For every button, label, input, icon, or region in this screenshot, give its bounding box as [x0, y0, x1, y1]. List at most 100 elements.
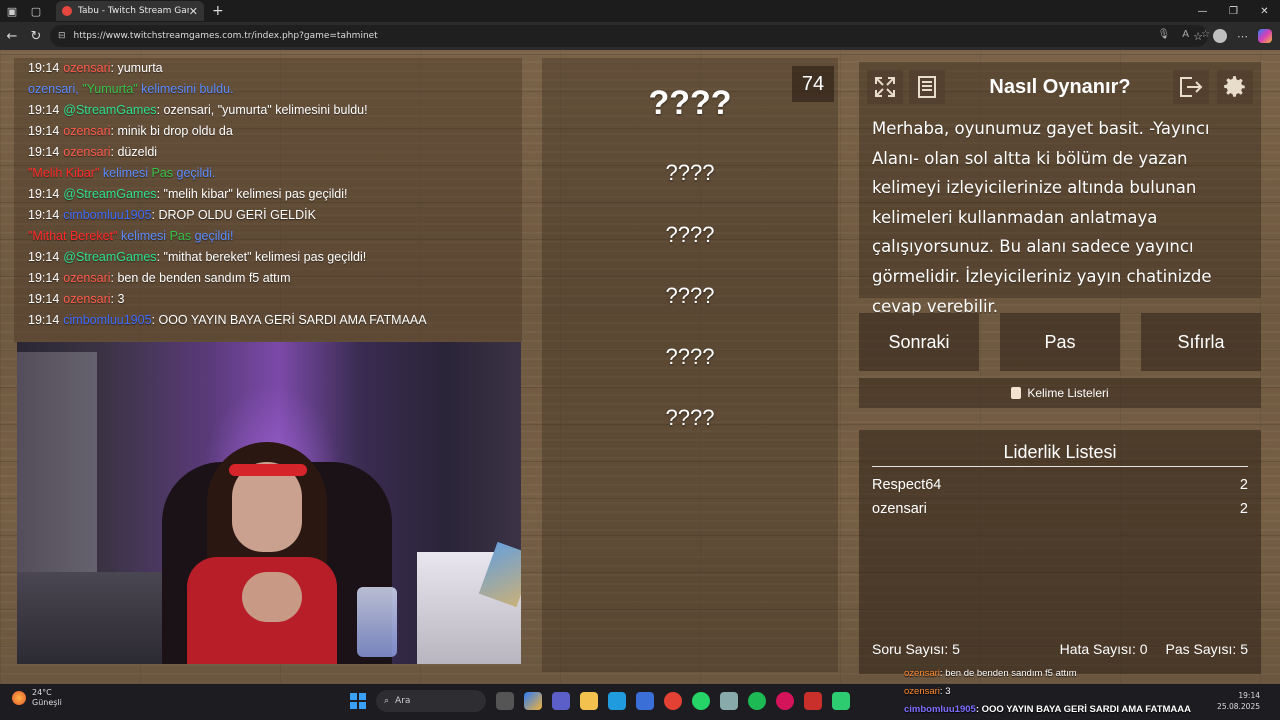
leaderboard-row: ozensari 2 [872, 501, 1248, 517]
spotify-icon[interactable] [748, 692, 766, 710]
error-count: Hata Sayısı: 0 [1059, 641, 1148, 657]
url-text: https://www.twitchstreamgames.com.tr/ind… [73, 31, 378, 41]
read-aloud-icon[interactable]: A [1182, 29, 1189, 40]
player-score: 2 [1239, 501, 1248, 517]
url-field[interactable]: ⊟ https://www.twitchstreamgames.com.tr/i… [50, 25, 1208, 47]
webcam-person-hands [242, 572, 302, 622]
chat-system-line: "Mithat Bereket" kelimesi Pas geçildi! [28, 229, 234, 243]
address-bar: ← ↻ ⊟ https://www.twitchstreamgames.com.… [0, 22, 1280, 50]
copilot-icon[interactable] [1258, 29, 1272, 43]
reset-button[interactable]: Sıfırla [1141, 313, 1261, 371]
chat-line: 19:14 cimbomluu1905: OOO YAYIN BAYA GERİ … [28, 313, 427, 327]
browser-tab[interactable]: Tabu - Twitch Stream Games ✕ [56, 1, 204, 21]
window-controls: — ❐ ✕ [1187, 0, 1280, 22]
close-window-icon[interactable]: ✕ [1249, 0, 1280, 22]
forbidden-word: ???? [665, 405, 715, 430]
chrome-icon[interactable] [664, 692, 682, 710]
system-clock[interactable]: 19:14 25.08.2025 [1217, 690, 1260, 712]
opera-icon[interactable] [776, 692, 794, 710]
whatsapp-icon[interactable] [692, 692, 710, 710]
clock-time: 19:14 [1238, 691, 1260, 700]
search-label: Ara [395, 696, 411, 706]
chat-system-line: "Melih Kibar" kelimesi Pas geçildi. [28, 166, 216, 180]
gear-icon[interactable] [1217, 70, 1253, 104]
tab-title: Tabu - Twitch Stream Games [78, 6, 189, 16]
weather-temp: 24°C [32, 688, 52, 697]
tab-actions-icon[interactable]: ▣ [0, 0, 24, 22]
sun-icon [12, 691, 26, 705]
mic-icon[interactable]: 🎙 [1157, 29, 1170, 40]
app-icon[interactable] [720, 692, 738, 710]
site-info-icon[interactable]: ⊟ [58, 31, 66, 41]
forbidden-word: ???? [665, 160, 715, 185]
taskbar-search[interactable]: ⌕ Ara [376, 690, 486, 712]
chat-line: 19:14 cimbomluu1905: DROP OLDU GERİ GELDİ… [28, 208, 316, 222]
divider [872, 466, 1248, 467]
task-view-icon[interactable] [496, 692, 514, 710]
game-stats: Soru Sayısı: 5 Hata Sayısı: 0 Pas Sayısı… [872, 641, 1248, 657]
forbidden-word: ???? [665, 283, 715, 308]
browser-toolbar-right: ☆ ⋯ [1193, 22, 1272, 50]
new-tab-icon[interactable]: + [212, 3, 224, 19]
overlay-chat-line: cimbomluu1905: OOO YAYIN BAYA GERİ SARDI… [904, 704, 1192, 715]
file-explorer-icon[interactable] [580, 692, 598, 710]
forbidden-word: ???? [665, 222, 715, 247]
chat-line: 19:14 ozensari: yumurta [28, 61, 163, 75]
weather-desc: Güneşli [32, 698, 62, 707]
chat-line: 19:14 @StreamGames: "mithat bereket" keli… [28, 250, 367, 264]
chat-line: 19:14 @StreamGames: ozensari, "yumurta" k… [28, 103, 368, 117]
profile-avatar[interactable] [1213, 29, 1227, 43]
main-word: ???? [648, 84, 732, 122]
clock-date: 25.08.2025 [1217, 702, 1260, 711]
workspaces-icon[interactable]: ▢ [24, 0, 48, 22]
teams-icon[interactable] [552, 692, 570, 710]
next-button[interactable]: Sonraki [859, 313, 979, 371]
overlay-chat-line: ozensari: ben de benden sandım f5 attım [904, 668, 1077, 679]
app-icon[interactable] [832, 692, 850, 710]
back-icon[interactable]: ← [0, 22, 24, 50]
player-score: 2 [1239, 477, 1248, 493]
edge-icon[interactable] [608, 692, 626, 710]
chat-line: 19:14 @StreamGames: "melih kibar" kelimes… [28, 187, 348, 201]
exit-icon[interactable] [1173, 70, 1209, 104]
question-count: Soru Sayısı: 5 [872, 641, 960, 657]
pass-count: Pas Sayısı: 5 [1165, 641, 1248, 657]
webcam-feed [17, 342, 521, 664]
chat-line: 19:14 ozensari: düzeldi [28, 145, 158, 159]
chat-line: 19:14 ozensari: minik bi drop oldu da [28, 124, 233, 138]
webcam-lamp [357, 587, 397, 657]
copilot-app-icon[interactable] [524, 692, 542, 710]
minimize-icon[interactable]: — [1187, 0, 1218, 22]
more-icon[interactable]: ⋯ [1237, 30, 1248, 43]
leaderboard-title: Liderlik Listesi [1003, 442, 1117, 462]
how-to-text: Merhaba, oyunumuz gayet basit. -Yayıncı … [872, 119, 1212, 316]
chat-panel: 19:14 ozensari: yumurta ozensari, "Yumurt… [14, 58, 522, 342]
webcam-bed [17, 572, 167, 664]
start-icon[interactable] [350, 693, 366, 709]
favorites-icon[interactable]: ☆ [1193, 30, 1203, 43]
pass-button[interactable]: Pas [1000, 313, 1120, 371]
twitch-games-icon [62, 6, 72, 16]
overlay-chat-line: ozensari: 3 [904, 686, 951, 697]
player-name: Respect64 [872, 477, 942, 493]
leaderboard-panel: Liderlik Listesi Respect64 2 ozensari 2 … [859, 430, 1261, 674]
chat-line: 19:14 ozensari: ben de benden sandım f5 a… [28, 271, 291, 285]
webcam-door [17, 352, 97, 592]
chat-system-line: ozensari, "Yumurta" kelimesini buldu. [28, 82, 234, 96]
tab-bar: ▣ ▢ Tabu - Twitch Stream Games ✕ + — ❐ ✕ [0, 0, 1280, 22]
weather-widget[interactable]: 24°C Güneşli [12, 688, 62, 708]
chat-line: 19:14 ozensari: 3 [28, 292, 125, 306]
webcam-headband [229, 464, 307, 476]
store-icon[interactable] [636, 692, 654, 710]
close-tab-icon[interactable]: ✕ [189, 5, 198, 18]
maximize-icon[interactable]: ❐ [1218, 0, 1249, 22]
refresh-icon[interactable]: ↻ [24, 22, 48, 50]
app-icon[interactable] [804, 692, 822, 710]
leaderboard-row: Respect64 2 [872, 477, 1248, 493]
search-icon: ⌕ [384, 696, 390, 706]
how-to-play-panel: Nasıl Oynanır? Merhaba, oyunumuz gayet b… [859, 62, 1261, 316]
forbidden-word: ???? [665, 344, 715, 369]
word-lists-label: Kelime Listeleri [1027, 386, 1109, 400]
taskbar-apps: ⌕ Ara [350, 690, 850, 712]
word-lists-button[interactable]: Kelime Listeleri [859, 378, 1261, 408]
